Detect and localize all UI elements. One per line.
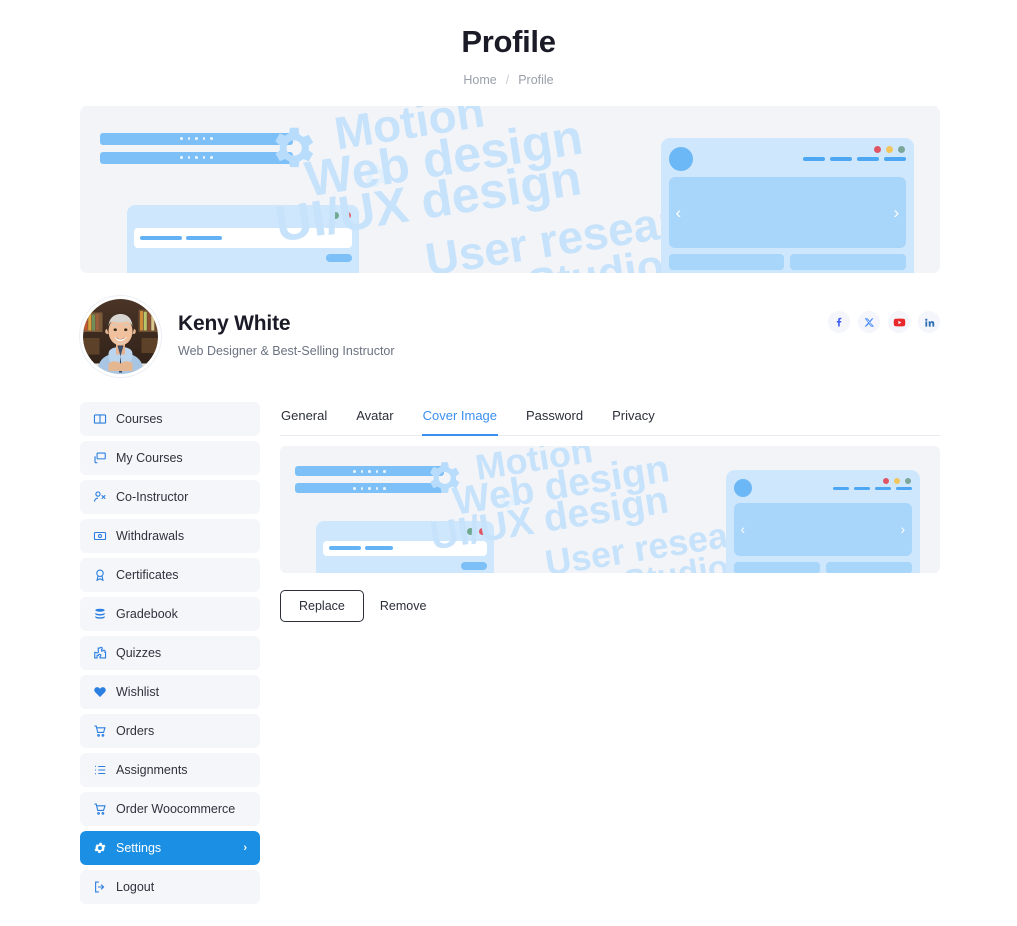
browser-navlines (803, 156, 907, 161)
page-title: Profile (461, 24, 556, 59)
browser-mockup-graphic: ‹ › (725, 470, 921, 573)
profile-name: Keny White (178, 312, 291, 335)
sidebar-item-label: Wishlist (116, 685, 160, 699)
assignments-icon (93, 763, 107, 777)
avatar-photo (83, 299, 158, 374)
sidebar-item-certificates[interactable]: Certificates (80, 558, 260, 592)
remove-button[interactable]: Remove (378, 595, 429, 617)
sidebar-item-label: Settings (116, 841, 162, 855)
tab-privacy[interactable]: Privacy (611, 400, 656, 436)
carousel-prev-icon: ‹ (675, 202, 682, 222)
withdrawals-icon (93, 529, 107, 543)
replace-button[interactable]: Replace (280, 590, 364, 622)
sidebar-item-settings[interactable]: Settings › (80, 831, 260, 865)
sidebar-item-logout[interactable]: Logout (80, 870, 260, 904)
sidebar-item-label: Co-Instructor (116, 490, 189, 504)
sidebar-item-label: Certificates (116, 568, 179, 582)
browser-strip (668, 254, 907, 271)
sidebar-item-label: Assignments (116, 763, 188, 777)
sidebar-item-label: My Courses (116, 451, 183, 465)
sidebar-item-co-instructor[interactable]: Co-Instructor (80, 480, 260, 514)
tab-avatar[interactable]: Avatar (355, 400, 394, 436)
browser-dots (874, 145, 906, 153)
sidebar-item-label: Logout (116, 880, 155, 894)
gear-icon (93, 841, 107, 855)
gradebook-icon (93, 607, 107, 621)
breadcrumb-current: Profile (518, 73, 554, 87)
logout-icon (93, 880, 107, 894)
tab-bar: General Avatar Cover Image Password Priv… (280, 400, 940, 436)
facebook-icon[interactable] (828, 311, 850, 333)
cover-actions: Replace Remove (280, 590, 428, 622)
profile-page: Profile Home / Profile Motion Web design… (0, 0, 1017, 926)
sidebar-item-label: Quizzes (116, 646, 162, 660)
page-header: Profile Home / Profile (0, 0, 1017, 87)
cover-banner: Motion Web design UI/UX design User rese… (80, 106, 940, 273)
cover-illustration-preview: Motion Web design UI/UX design User rese… (280, 446, 940, 573)
sidebar-nav: Courses My Courses Co-Instructor Withdra… (80, 402, 260, 909)
browser-strip (733, 561, 913, 573)
carousel-next-icon: › (900, 521, 906, 538)
sidebar-item-assignments[interactable]: Assignments (80, 753, 260, 787)
cover-image-preview: Motion Web design UI/UX design User rese… (280, 446, 940, 573)
sidebar-item-gradebook[interactable]: Gradebook (80, 597, 260, 631)
youtube-icon[interactable] (888, 311, 910, 333)
sidebar-item-quizzes[interactable]: Quizzes (80, 636, 260, 670)
sidebar-item-orders[interactable]: Orders (80, 714, 260, 748)
tab-password[interactable]: Password (525, 400, 584, 436)
sidebar-item-order-woocommerce[interactable]: Order Woocommerce (80, 792, 260, 826)
heart-icon (93, 685, 107, 699)
browser-carousel: ‹ › (668, 176, 907, 249)
tab-general[interactable]: General (280, 400, 328, 436)
x-twitter-icon[interactable] (858, 311, 880, 333)
avatar[interactable] (80, 296, 161, 377)
breadcrumb: Home / Profile (0, 73, 1017, 87)
profile-tagline: Web Designer & Best-Selling Instructor (178, 344, 395, 358)
sidebar-item-label: Order Woocommerce (116, 802, 236, 816)
book-icon (93, 412, 107, 426)
quiz-icon (93, 646, 107, 660)
sidebar-item-wishlist[interactable]: Wishlist (80, 675, 260, 709)
carousel-next-icon: › (893, 202, 900, 222)
chevron-right-icon: › (243, 842, 247, 854)
browser-navlines (833, 486, 913, 490)
cart-icon (93, 802, 107, 816)
sidebar-item-my-courses[interactable]: My Courses (80, 441, 260, 475)
browser-carousel: ‹ › (733, 503, 913, 556)
co-instructor-icon (93, 490, 107, 504)
profile-meta: Keny White Web Designer & Best-Selling I… (178, 312, 395, 358)
certificate-icon (93, 568, 107, 582)
my-courses-icon (93, 451, 107, 465)
browser-dots (883, 478, 912, 485)
browser-mockup-graphic: ‹ › (660, 137, 915, 273)
sidebar-item-label: Orders (116, 724, 155, 738)
tab-cover-image[interactable]: Cover Image (421, 400, 499, 436)
sidebar-item-label: Courses (116, 412, 163, 426)
breadcrumb-home[interactable]: Home (463, 73, 496, 87)
sidebar-item-label: Withdrawals (116, 529, 185, 543)
breadcrumb-separator: / (505, 73, 510, 87)
cover-illustration: Motion Web design UI/UX design User rese… (80, 106, 940, 273)
profile-row: Keny White Web Designer & Best-Selling I… (80, 296, 940, 380)
browser-avatar (668, 146, 693, 171)
browser-avatar (733, 479, 752, 498)
sidebar-item-courses[interactable]: Courses (80, 402, 260, 436)
cart-icon (93, 724, 107, 738)
settings-tab-panel: General Avatar Cover Image Password Priv… (280, 400, 940, 622)
social-links (828, 311, 940, 333)
sidebar-item-label: Gradebook (116, 607, 178, 621)
linkedin-icon[interactable] (918, 311, 940, 333)
sidebar-item-withdrawals[interactable]: Withdrawals (80, 519, 260, 553)
browser-topbar (668, 146, 907, 172)
window-pill (326, 253, 353, 262)
carousel-prev-icon: ‹ (740, 521, 746, 538)
window-pill (461, 561, 488, 570)
